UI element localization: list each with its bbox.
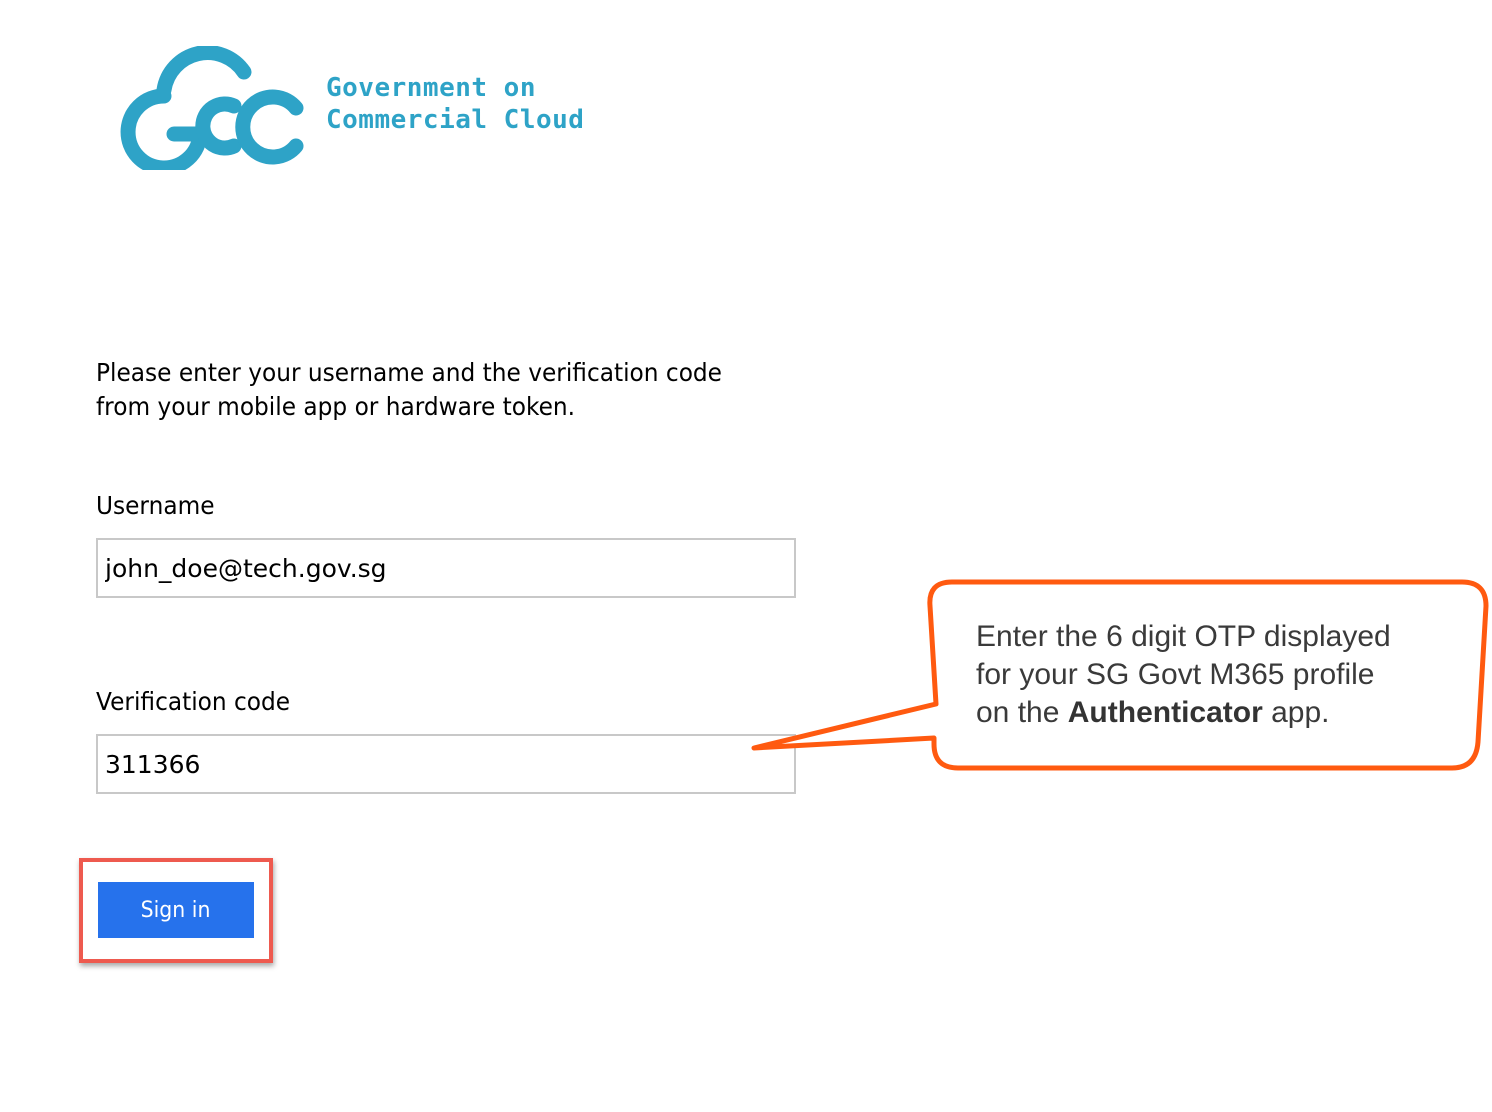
callout-line-3-prefix: on the (976, 696, 1060, 729)
username-label: Username (96, 491, 215, 520)
instructions-line-2: from your mobile app or hardware token. (96, 392, 576, 421)
signin-button[interactable]: Sign in (98, 882, 254, 938)
gcc-logo: Government on Commercial Cloud (116, 46, 616, 170)
cloud-logo-icon (120, 46, 304, 170)
verification-code-input[interactable] (96, 734, 796, 794)
signin-button-label: Sign in (141, 897, 211, 923)
callout-line-3: on the Authenticator app. (976, 694, 1476, 732)
callout-text: Enter the 6 digit OTP displayed for your… (976, 618, 1476, 732)
logo-line-1: Government on (326, 73, 536, 103)
callout-line-3-suffix: app. (1271, 696, 1330, 729)
callout-authenticator-emphasis: Authenticator (1067, 696, 1263, 729)
logo-wordmark: Government on Commercial Cloud (326, 72, 584, 136)
instructions-text: Please enter your username and the verif… (96, 356, 766, 424)
verification-code-label: Verification code (96, 687, 291, 716)
instructions-line-1: Please enter your username and the verif… (96, 358, 722, 387)
callout-line-2: for your SG Govt M365 profile (976, 658, 1375, 691)
username-input[interactable] (96, 538, 796, 598)
logo-line-2: Commercial Cloud (326, 105, 585, 135)
callout-line-1: Enter the 6 digit OTP displayed (976, 620, 1391, 653)
